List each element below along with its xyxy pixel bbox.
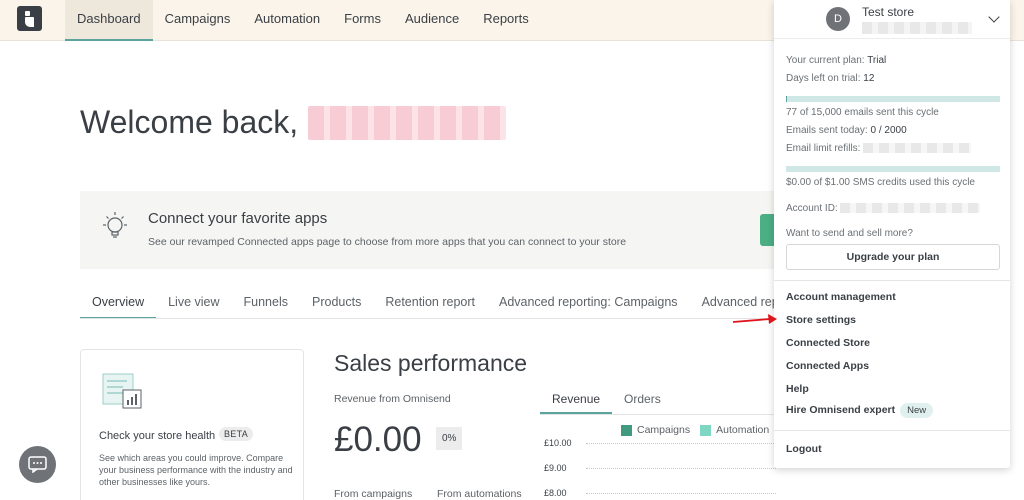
main-nav: Dashboard Campaigns Automation Forms Aud… xyxy=(65,0,541,41)
menu-connected-store[interactable]: Connected Store xyxy=(786,337,870,349)
nav-audience[interactable]: Audience xyxy=(393,0,471,41)
banner-title: Connect your favorite apps xyxy=(148,210,328,227)
account-dropdown-header[interactable]: D Test store xyxy=(774,0,1010,39)
sms-progress-bar xyxy=(786,166,1000,172)
legend-label: Campaigns xyxy=(637,424,691,436)
menu-hire-expert[interactable]: Hire Omnisend expert New xyxy=(786,403,934,418)
from-campaigns-label: From campaigns xyxy=(334,488,413,500)
legend-automation[interactable]: Automation xyxy=(700,424,769,436)
dashboard-subtabs: Overview Live view Funnels Products Rete… xyxy=(80,290,774,319)
email-limit-refills-label: Email limit refills: xyxy=(786,143,861,154)
tab-advanced-reporting-campaigns[interactable]: Advanced reporting: Campaigns xyxy=(487,290,690,318)
tab-retention-report[interactable]: Retention report xyxy=(373,290,487,318)
emails-today-value: 0 / 2000 xyxy=(870,125,907,136)
chart-gridline xyxy=(586,443,776,444)
redacted-store-email xyxy=(862,22,972,34)
account-dropdown: D Test store Your current plan: Trial Da… xyxy=(774,0,1010,468)
tab-revenue[interactable]: Revenue xyxy=(540,388,613,414)
nav-dashboard[interactable]: Dashboard xyxy=(65,0,153,41)
nav-automation[interactable]: Automation xyxy=(242,0,332,41)
store-health-title: Check your store health xyxy=(99,430,216,442)
nav-forms[interactable]: Forms xyxy=(332,0,393,41)
avatar: D xyxy=(826,7,850,31)
chart-tabs: Revenue Orders xyxy=(540,388,780,415)
nav-reports[interactable]: Reports xyxy=(471,0,541,41)
dropdown-divider xyxy=(774,280,1010,281)
tab-live-view[interactable]: Live view xyxy=(156,290,231,318)
tab-overview[interactable]: Overview xyxy=(80,290,157,318)
nav-campaigns[interactable]: Campaigns xyxy=(153,0,243,41)
from-automations-label: From automations xyxy=(437,488,522,500)
current-plan: Your current plan: Trial xyxy=(786,55,886,66)
days-left-value: 12 xyxy=(863,73,875,84)
revenue-value: £0.00 xyxy=(334,420,422,459)
new-badge: New xyxy=(900,403,934,418)
upgrade-plan-button[interactable]: Upgrade your plan xyxy=(786,244,1000,270)
emails-today-label: Emails sent today: xyxy=(786,125,868,136)
store-name: Test store xyxy=(862,5,915,19)
current-plan-value: Trial xyxy=(867,55,887,66)
days-left: Days left on trial: 12 xyxy=(786,73,874,84)
tab-funnels[interactable]: Funnels xyxy=(232,290,300,318)
sales-performance-title: Sales performance xyxy=(334,350,528,376)
menu-store-settings[interactable]: Store settings xyxy=(786,314,856,326)
sms-cycle-text: $0.00 of $1.00 SMS credits used this cyc… xyxy=(786,177,975,188)
current-plan-label: Your current plan: xyxy=(786,55,865,66)
y-tick-label: £8.00 xyxy=(544,488,567,498)
dropdown-divider xyxy=(774,430,1010,431)
report-illustration-icon xyxy=(102,373,142,409)
chevron-down-icon[interactable] xyxy=(988,11,1000,23)
revenue-label: Revenue from Omnisend xyxy=(334,393,451,405)
store-health-card[interactable]: Check your store health BETA See which a… xyxy=(80,349,304,500)
legend-campaigns[interactable]: Campaigns xyxy=(621,424,690,436)
redacted-account-id xyxy=(840,203,981,214)
annotation-arrow-icon xyxy=(732,314,777,324)
beta-badge: BETA xyxy=(219,427,254,441)
emails-progress-fill xyxy=(786,96,788,102)
tab-orders[interactable]: Orders xyxy=(612,388,673,414)
menu-account-management[interactable]: Account management xyxy=(786,291,896,303)
emails-today: Emails sent today: 0 / 2000 xyxy=(786,125,907,136)
tab-products[interactable]: Products xyxy=(300,290,373,318)
email-limit-refills: Email limit refills: xyxy=(786,143,972,154)
emails-progress-bar xyxy=(786,96,1000,102)
menu-help[interactable]: Help xyxy=(786,383,809,395)
chat-button[interactable] xyxy=(19,446,56,483)
days-left-label: Days left on trial: xyxy=(786,73,861,84)
legend-swatch-campaigns xyxy=(621,424,632,436)
connect-apps-banner: Connect your favorite apps See our revam… xyxy=(80,191,780,269)
account-id-label: Account ID: xyxy=(786,203,838,214)
menu-hire-expert-label: Hire Omnisend expert xyxy=(786,404,896,416)
y-tick-label: £9.00 xyxy=(544,463,567,473)
redacted-refill-date xyxy=(863,143,972,154)
chart-gridline xyxy=(586,468,776,469)
menu-logout[interactable]: Logout xyxy=(786,443,822,455)
store-health-description: See which areas you could improve. Compa… xyxy=(99,453,293,487)
emails-cycle-text: 77 of 15,000 emails sent this cycle xyxy=(786,107,939,118)
menu-connected-apps[interactable]: Connected Apps xyxy=(786,360,869,372)
redacted-user-name xyxy=(308,105,507,140)
legend-swatch-automation xyxy=(700,424,712,436)
omnisend-logo-icon[interactable] xyxy=(17,6,42,31)
revenue-percent-badge: 0% xyxy=(436,427,463,450)
chart-gridline xyxy=(586,493,776,494)
chart-legend: Campaigns Automation xyxy=(621,424,769,436)
legend-label: Automation xyxy=(716,424,770,436)
y-tick-label: £10.00 xyxy=(544,438,572,448)
lightbulb-icon xyxy=(103,212,127,238)
upsell-text: Want to send and sell more? xyxy=(786,228,913,239)
welcome-text: Welcome back, xyxy=(80,104,299,140)
chat-icon xyxy=(28,456,47,473)
welcome-heading: Welcome back, xyxy=(80,104,507,141)
banner-subtitle: See our revamped Connected apps page to … xyxy=(148,236,627,248)
account-id: Account ID: xyxy=(786,203,981,214)
